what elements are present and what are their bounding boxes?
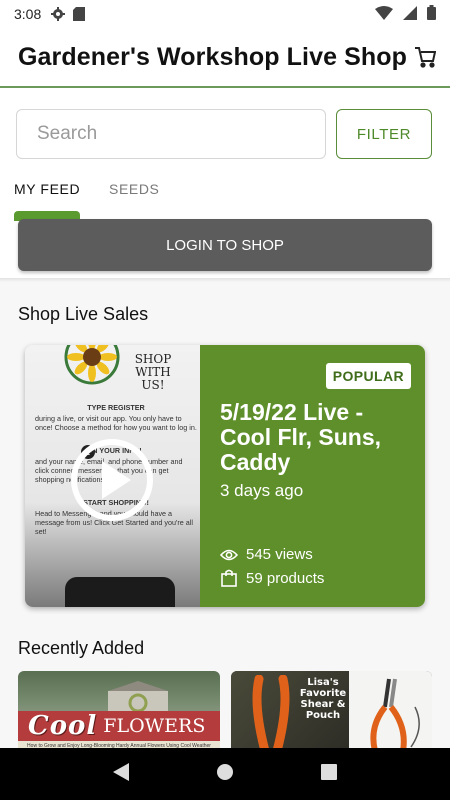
products-count: 59 products [246, 569, 325, 587]
app-title: Gardener's Workshop Live Shop [18, 42, 408, 71]
recents-icon[interactable] [320, 763, 337, 785]
system-nav-bar [0, 748, 450, 800]
search-input[interactable]: Search [16, 109, 326, 159]
tab-my-feed[interactable]: MY FEED [14, 181, 80, 197]
tab-seeds[interactable]: SEEDS [109, 181, 159, 197]
live-sale-thumbnail[interactable]: SHOP WITH US! 1 TYPE REGISTER during a l… [25, 345, 200, 607]
products-stat: 59 products [220, 569, 324, 587]
shear-pouch-title: Lisa's Favorite Shear & Pouch [299, 677, 347, 721]
phone-image [65, 577, 175, 607]
live-sale-title: 5/19/22 Live - Cool Flr, Suns, Caddy [220, 399, 382, 475]
live-sale-time-ago: 3 days ago [220, 481, 304, 500]
sd-card-icon [73, 7, 87, 21]
shop-live-sales-heading: Shop Live Sales [18, 304, 149, 324]
login-to-shop-button[interactable]: LOGIN TO SHOP [18, 219, 432, 271]
thumbnail-heading: SHOP WITH US! [134, 352, 172, 392]
sunflower-logo [64, 345, 120, 385]
cool-flowers-banner: Cool FLOWERS [18, 711, 220, 741]
shopping-bag-icon [221, 569, 237, 587]
filter-button[interactable]: FILTER [336, 109, 432, 159]
recent-item-shear-pouch[interactable]: Lisa's Favorite Shear & Pouch [231, 671, 432, 751]
divider [0, 278, 450, 282]
cool-word: Cool [28, 711, 98, 741]
step1-text: during a live, or visit our app. You onl… [35, 414, 197, 432]
status-time: 3:08 [14, 6, 42, 22]
views-count: 545 views [246, 546, 313, 563]
popular-badge: POPULAR [325, 363, 411, 389]
shear-pouch-photo: Lisa's Favorite Shear & Pouch [231, 671, 349, 751]
home-icon[interactable] [216, 763, 234, 786]
recent-item-cool-flowers[interactable]: Cool FLOWERS How to Grow and Enjoy Long-… [18, 671, 220, 751]
orange-shears-image [252, 675, 290, 751]
recently-added-heading: Recently Added [18, 638, 145, 658]
play-icon[interactable] [67, 435, 157, 525]
wifi-icon [375, 5, 393, 23]
pruner-image [370, 678, 420, 751]
step1-title: TYPE REGISTER [87, 403, 145, 412]
app-bar: Gardener's Workshop Live Shop [0, 28, 450, 88]
pruner-photo [349, 671, 432, 751]
views-stat: 545 views [220, 546, 313, 563]
settings-gear-icon [51, 7, 66, 21]
live-sale-card[interactable]: SHOP WITH US! 1 TYPE REGISTER during a l… [25, 345, 425, 607]
flowers-word: FLOWERS [103, 715, 206, 737]
battery-icon [427, 5, 436, 23]
status-bar: 3:08 [0, 0, 450, 28]
signal-icon [403, 5, 417, 23]
eye-icon [220, 549, 238, 560]
live-sale-info[interactable]: POPULAR 5/19/22 Live - Cool Flr, Suns, C… [200, 345, 425, 607]
cart-icon[interactable] [414, 46, 437, 73]
back-icon[interactable] [113, 762, 130, 786]
